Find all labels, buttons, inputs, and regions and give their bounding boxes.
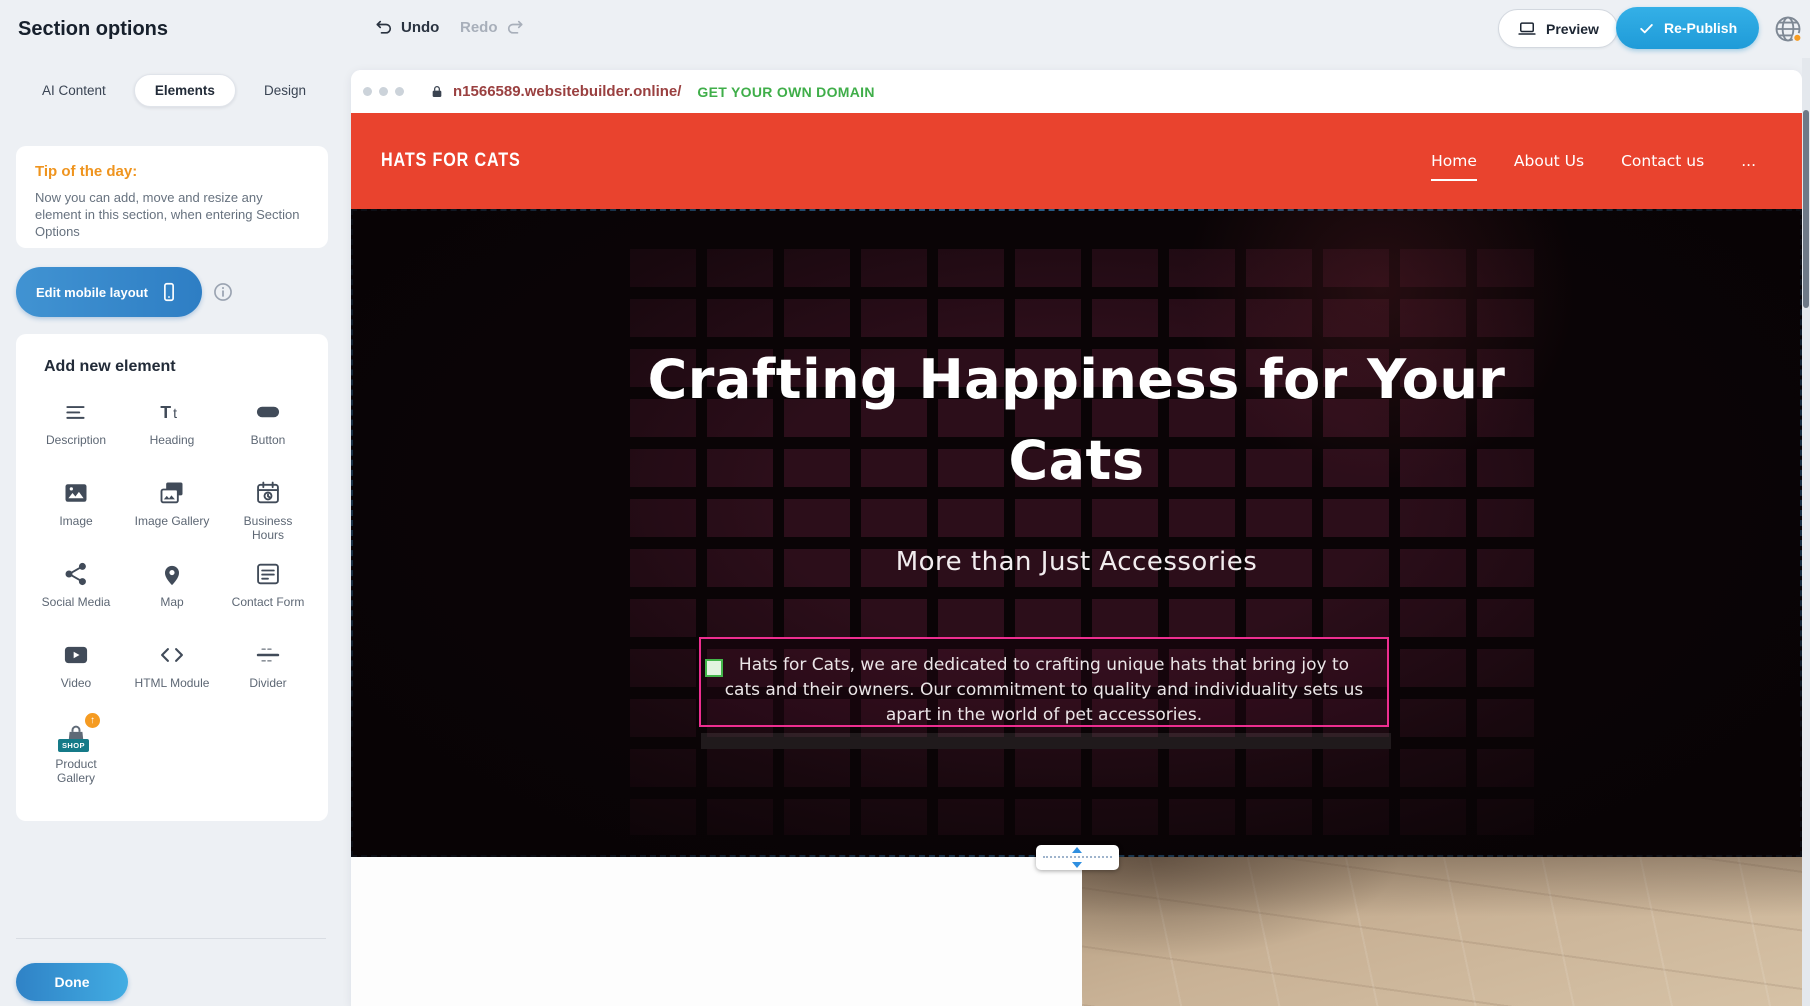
button-icon <box>254 396 282 426</box>
image-gallery-icon <box>158 477 186 507</box>
republish-label: Re-Publish <box>1664 20 1737 36</box>
add-element-contact-form[interactable]: Contact Form <box>220 558 316 639</box>
edit-mobile-layout-button[interactable]: Edit mobile layout <box>16 267 202 317</box>
get-domain-link[interactable]: GET YOUR OWN DOMAIN <box>697 84 874 100</box>
scrollbar-thumb[interactable] <box>1803 110 1809 308</box>
undo-icon <box>374 17 394 37</box>
map-pin-icon <box>158 558 186 588</box>
tip-of-the-day-card: Tip of the day: Now you can add, move an… <box>16 146 328 248</box>
info-icon[interactable] <box>212 281 234 303</box>
next-section-photo <box>1082 857 1802 1006</box>
resize-arrow-down-icon <box>1072 862 1082 868</box>
description-icon <box>63 396 89 426</box>
add-element-button[interactable]: Button <box>220 396 316 477</box>
add-element-product-gallery[interactable]: ↑ SHOP Product Gallery <box>28 720 124 801</box>
globe-language-icon[interactable] <box>1772 13 1804 45</box>
hero-heading[interactable]: Crafting Happiness for Your Cats <box>647 339 1507 501</box>
selection-handle[interactable] <box>705 659 723 677</box>
site-header[interactable]: HATS FOR CATS Home About Us Contact us .… <box>351 113 1802 209</box>
edit-mobile-label: Edit mobile layout <box>36 285 148 300</box>
tip-body: Now you can add, move and resize any ele… <box>35 189 309 240</box>
republish-button[interactable]: Re-Publish <box>1616 7 1759 49</box>
element-ghost-placeholder <box>701 733 1391 749</box>
add-element-map[interactable]: Map <box>124 558 220 639</box>
check-icon <box>1638 20 1655 37</box>
heading-icon: Tt <box>158 396 186 426</box>
add-new-element-panel: Add new element Description Tt Heading B… <box>16 334 328 821</box>
nav-home[interactable]: Home <box>1431 152 1477 181</box>
contact-form-icon <box>254 558 282 588</box>
topbar: Section options Undo Redo Preview Re-Pub… <box>0 0 1810 58</box>
window-dot <box>363 87 372 96</box>
code-icon <box>158 639 186 669</box>
svg-text:t: t <box>173 405 177 421</box>
add-element-video[interactable]: Video <box>28 639 124 720</box>
section-resize-handle[interactable] <box>1036 845 1119 870</box>
browser-chrome: n1566589.websitebuilder.online/ GET YOUR… <box>351 70 1802 113</box>
upgrade-badge-icon: ↑ <box>85 713 100 728</box>
video-icon <box>62 639 90 669</box>
site-preview-panel: n1566589.websitebuilder.online/ GET YOUR… <box>351 70 1802 1006</box>
image-icon <box>62 477 90 507</box>
lock-icon <box>429 84 445 100</box>
hero-subheading[interactable]: More than Just Accessories <box>351 547 1802 577</box>
shop-badge: SHOP <box>58 739 89 752</box>
add-new-element-title: Add new element <box>44 358 328 376</box>
redo-icon <box>505 17 525 37</box>
business-hours-icon <box>254 477 282 507</box>
undo-label: Undo <box>401 19 439 36</box>
add-element-heading[interactable]: Tt Heading <box>124 396 220 477</box>
nav-about-us[interactable]: About Us <box>1514 152 1584 170</box>
resize-arrow-up-icon <box>1072 847 1082 853</box>
hero-vignette <box>351 209 1802 857</box>
nav-contact-us[interactable]: Contact us <box>1621 152 1704 170</box>
next-section[interactable] <box>351 857 1802 1006</box>
element-grid: Description Tt Heading Button Image Imag… <box>16 396 328 801</box>
window-dot <box>395 87 404 96</box>
phone-icon <box>158 281 180 303</box>
tab-design[interactable]: Design <box>258 75 312 106</box>
selected-paragraph-element[interactable]: Hats for Cats, we are dedicated to craft… <box>699 637 1389 727</box>
site-url: n1566589.websitebuilder.online/ <box>453 83 681 100</box>
undo-button[interactable]: Undo <box>374 17 439 37</box>
scrollbar-track[interactable] <box>1802 58 1810 1006</box>
tip-title: Tip of the day: <box>35 163 309 180</box>
add-element-html-module[interactable]: HTML Module <box>124 639 220 720</box>
preview-label: Preview <box>1546 21 1599 37</box>
add-element-description[interactable]: Description <box>28 396 124 477</box>
tab-ai-content[interactable]: AI Content <box>36 75 112 106</box>
sidebar-divider <box>16 938 326 939</box>
redo-button[interactable]: Redo <box>460 17 525 37</box>
hero-paragraph[interactable]: Hats for Cats, we are dedicated to craft… <box>724 653 1364 728</box>
site-logo[interactable]: HATS FOR CATS <box>381 150 521 172</box>
redo-label: Redo <box>460 19 498 36</box>
svg-text:T: T <box>160 402 171 422</box>
sidebar-tabs: AI Content Elements Design <box>36 73 312 107</box>
tab-elements[interactable]: Elements <box>134 74 236 107</box>
preview-button[interactable]: Preview <box>1498 9 1618 48</box>
nav-more[interactable]: ... <box>1741 152 1756 170</box>
add-element-social-media[interactable]: Social Media <box>28 558 124 639</box>
site-nav: Home About Us Contact us ... <box>1431 113 1756 209</box>
social-media-icon <box>62 558 90 588</box>
resize-dotted-line <box>1043 856 1112 858</box>
hero-heading-wrap: Crafting Happiness for Your Cats <box>351 339 1802 501</box>
add-element-business-hours[interactable]: Business Hours <box>220 477 316 558</box>
add-element-divider[interactable]: Divider <box>220 639 316 720</box>
add-element-image[interactable]: Image <box>28 477 124 558</box>
window-dot <box>379 87 388 96</box>
hero-section[interactable]: Crafting Happiness for Your Cats More th… <box>351 209 1802 857</box>
done-button[interactable]: Done <box>16 963 128 1001</box>
product-gallery-icon: ↑ SHOP <box>62 720 90 750</box>
next-section-blank <box>351 857 1082 1006</box>
divider-icon <box>254 639 282 669</box>
monitor-icon <box>1517 19 1537 39</box>
page-title: Section options <box>18 18 168 41</box>
add-element-image-gallery[interactable]: Image Gallery <box>124 477 220 558</box>
